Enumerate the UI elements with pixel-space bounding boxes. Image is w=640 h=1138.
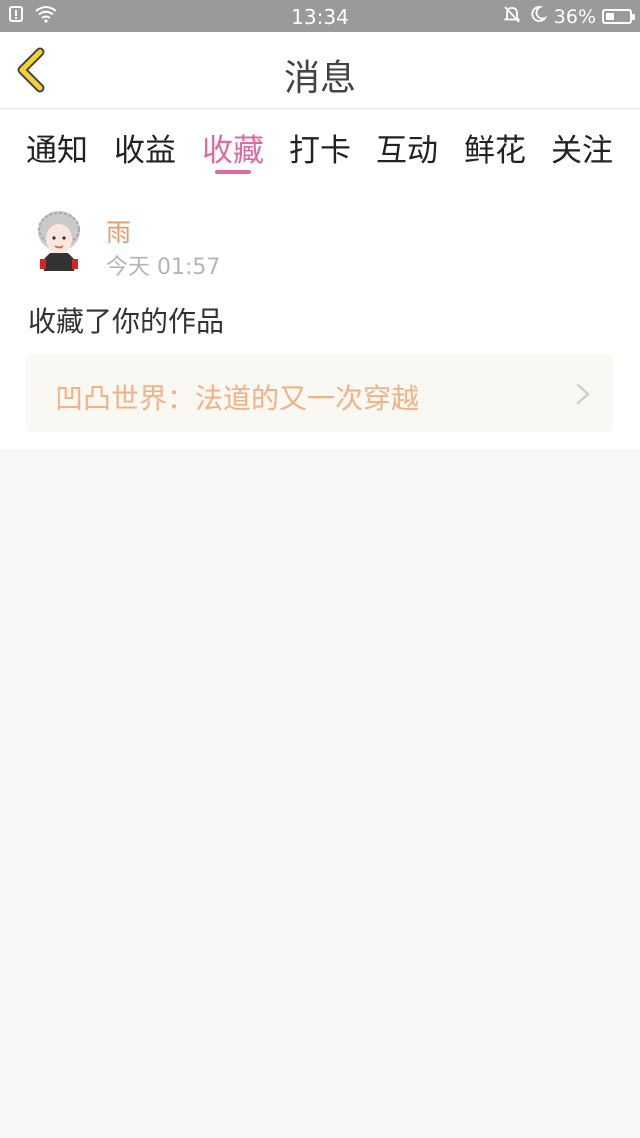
tab-flowers[interactable]: 鲜花	[455, 125, 535, 170]
user-name[interactable]: 雨	[106, 213, 131, 249]
avatar[interactable]	[36, 209, 82, 271]
work-title: 凹凸世界：法道的又一次穿越	[55, 382, 420, 415]
tab-bar: 通知 收益 收藏 打卡 互动 鲜花 关注	[0, 109, 640, 185]
timestamp: 今天 01:57	[106, 255, 221, 280]
tab-earnings[interactable]: 收益	[105, 125, 185, 170]
do-not-disturb-moon-icon	[528, 4, 548, 29]
silent-bell-icon	[502, 4, 522, 29]
page-title: 消息	[283, 58, 356, 99]
battery-level-fill	[606, 13, 614, 20]
work-link-card[interactable]: 凹凸世界：法道的又一次穿越	[26, 354, 613, 432]
message-list: 雨 今天 01:57 收藏了你的作品 凹凸世界：法道的又一次穿越	[0, 185, 640, 449]
tab-favorites[interactable]: 收藏	[193, 125, 273, 170]
battery-percent: 36%	[553, 5, 596, 28]
tab-notifications[interactable]: 通知	[17, 125, 97, 170]
action-text: 收藏了你的作品	[28, 305, 225, 338]
battery-icon	[602, 9, 635, 24]
tab-checkin[interactable]: 打卡	[280, 125, 360, 170]
chevron-right-icon	[576, 383, 590, 405]
status-bar: 13:34 36%	[0, 0, 640, 32]
active-tab-indicator	[215, 170, 251, 174]
nav-bar: 消息	[0, 32, 640, 109]
tab-follow[interactable]: 关注	[542, 125, 622, 170]
tab-interaction[interactable]: 互动	[367, 125, 447, 170]
